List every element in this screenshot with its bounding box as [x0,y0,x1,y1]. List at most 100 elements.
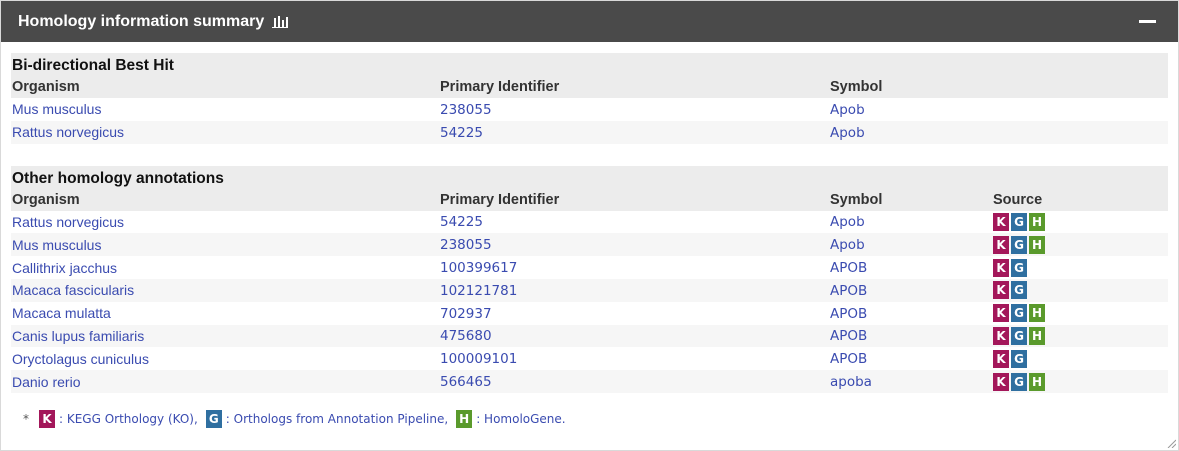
organism-cell[interactable]: Oryctolagus cuniculus [11,351,440,367]
table-row: Canis lupus familiaris 475680 APOB K G H [11,324,1168,348]
best-hit-section: Bi-directional Best Hit Organism Primary… [11,53,1168,144]
symbol-cell[interactable]: APOB [830,259,993,276]
symbol-link[interactable]: APOB [830,351,867,367]
pipeline-source-badge[interactable]: G [1011,235,1027,254]
symbol-cell[interactable]: Apob [830,213,993,230]
symbol-cell[interactable]: Apob [830,236,993,253]
symbol-cell[interactable]: Apob [830,101,993,118]
symbol-link[interactable]: APOB [830,283,867,299]
primary-id-link[interactable]: 54225 [440,214,483,230]
primary-id-link[interactable]: 566465 [440,374,492,390]
symbol-cell[interactable]: APOB [830,327,993,344]
organism-cell[interactable]: Danio rerio [11,374,440,390]
symbol-link[interactable]: APOB [830,328,867,344]
primary-id-link[interactable]: 100009101 [440,351,517,367]
source-cell: KGH [993,326,1168,345]
primary-id-cell[interactable]: 102121781 [440,282,830,299]
primary-id-cell[interactable]: 100399617 [440,259,830,276]
symbol-link[interactable]: Apob [830,237,865,253]
symbol-link[interactable]: apoba [830,374,872,390]
pipeline-legend-text: : Orthologs from Annotation Pipeline, [225,412,449,426]
homologene-source-badge[interactable]: H [1029,304,1045,323]
primary-id-cell[interactable]: 566465 [440,373,830,390]
primary-id-cell[interactable]: 475680 [440,327,830,344]
pipeline-source-badge[interactable]: G [1011,326,1027,345]
symbol-link[interactable]: Apob [830,125,865,141]
symbol-link[interactable]: APOB [830,306,867,322]
symbol-cell[interactable]: APOB [830,305,993,322]
symbol-cell[interactable]: APOB [830,350,993,367]
pipeline-badge: G [205,410,222,428]
col-symbol: Symbol [830,79,883,95]
organism-cell[interactable]: Macaca fascicularis [11,282,440,298]
primary-id-link[interactable]: 702937 [440,306,492,322]
pipeline-source-badge[interactable]: G [1011,212,1027,231]
other-title: Other homology annotations [12,169,224,187]
kegg-source-badge[interactable]: K [993,281,1009,300]
primary-id-cell[interactable]: 100009101 [440,350,830,367]
panel-title: Homology information summary [18,12,265,30]
organism-cell[interactable]: Macaca mulatta [11,305,440,321]
organism-link[interactable]: Oryctolagus cuniculus [12,351,149,367]
organism-link[interactable]: Macaca fascicularis [12,282,134,298]
primary-id-link[interactable]: 238055 [440,102,492,118]
primary-id-link[interactable]: 54225 [440,125,483,141]
pipeline-source-badge[interactable]: G [1011,372,1027,391]
organism-cell[interactable]: Rattus norvegicus [11,214,440,230]
pipeline-source-badge[interactable]: G [1011,304,1027,323]
homologene-source-badge[interactable]: H [1029,372,1045,391]
primary-id-link[interactable]: 102121781 [440,283,517,299]
primary-id-cell[interactable]: 238055 [440,101,830,118]
primary-id-cell[interactable]: 54225 [440,124,830,141]
organism-link[interactable]: Callithrix jacchus [12,260,117,276]
primary-id-cell[interactable]: 54225 [440,213,830,230]
kegg-legend-text: : KEGG Orthology (KO), [59,412,198,426]
pipeline-source-badge[interactable]: G [1011,258,1027,277]
collapse-icon[interactable] [1139,20,1156,23]
organism-link[interactable]: Danio rerio [12,374,80,390]
symbol-cell[interactable]: Apob [830,124,993,141]
organism-link[interactable]: Rattus norvegicus [12,214,124,230]
primary-id-cell[interactable]: 702937 [440,305,830,322]
col-organism: Organism [12,79,80,95]
bar-chart-icon[interactable] [272,15,289,28]
homologene-source-badge[interactable]: H [1029,212,1045,231]
homologene-source-badge[interactable]: H [1029,235,1045,254]
organism-link[interactable]: Macaca mulatta [12,305,111,321]
organism-cell[interactable]: Rattus norvegicus [11,124,440,140]
kegg-source-badge[interactable]: K [993,304,1009,323]
symbol-link[interactable]: Apob [830,102,865,118]
primary-id-link[interactable]: 238055 [440,237,492,253]
symbol-cell[interactable]: APOB [830,282,993,299]
kegg-source-badge[interactable]: K [993,258,1009,277]
symbol-link[interactable]: Apob [830,214,865,230]
pipeline-source-badge[interactable]: G [1011,349,1027,368]
kegg-source-badge[interactable]: K [993,372,1009,391]
homologene-source-badge[interactable]: H [1029,326,1045,345]
kegg-badge: K [39,410,55,428]
organism-cell[interactable]: Mus musculus [11,101,440,117]
organism-link[interactable]: Canis lupus familiaris [12,328,144,344]
organism-link[interactable]: Mus musculus [12,101,101,117]
kegg-source-badge[interactable]: K [993,235,1009,254]
organism-cell[interactable]: Mus musculus [11,237,440,253]
kegg-source-badge[interactable]: K [993,349,1009,368]
resize-handle-icon[interactable] [1166,438,1176,448]
kegg-source-badge[interactable]: K [993,212,1009,231]
col-source: Source [993,191,1043,208]
organism-cell[interactable]: Canis lupus familiaris [11,328,440,344]
organism-link[interactable]: Rattus norvegicus [12,124,124,140]
homologene-badge: H [456,410,473,428]
organism-cell[interactable]: Callithrix jacchus [11,260,440,276]
kegg-source-badge[interactable]: K [993,326,1009,345]
primary-id-link[interactable]: 100399617 [440,260,517,276]
organism-link[interactable]: Mus musculus [12,237,101,253]
table-row: Oryctolagus cuniculus 100009101 APOB K G [11,347,1168,370]
homologene-legend-text: : HomoloGene. [476,412,566,426]
symbol-cell[interactable]: apoba [830,373,993,390]
primary-id-cell[interactable]: 238055 [440,236,830,253]
best-hit-column-headers: Organism Primary Identifier Symbol [11,76,1168,98]
primary-id-link[interactable]: 475680 [440,328,492,344]
symbol-link[interactable]: APOB [830,260,867,276]
pipeline-source-badge[interactable]: G [1011,281,1027,300]
